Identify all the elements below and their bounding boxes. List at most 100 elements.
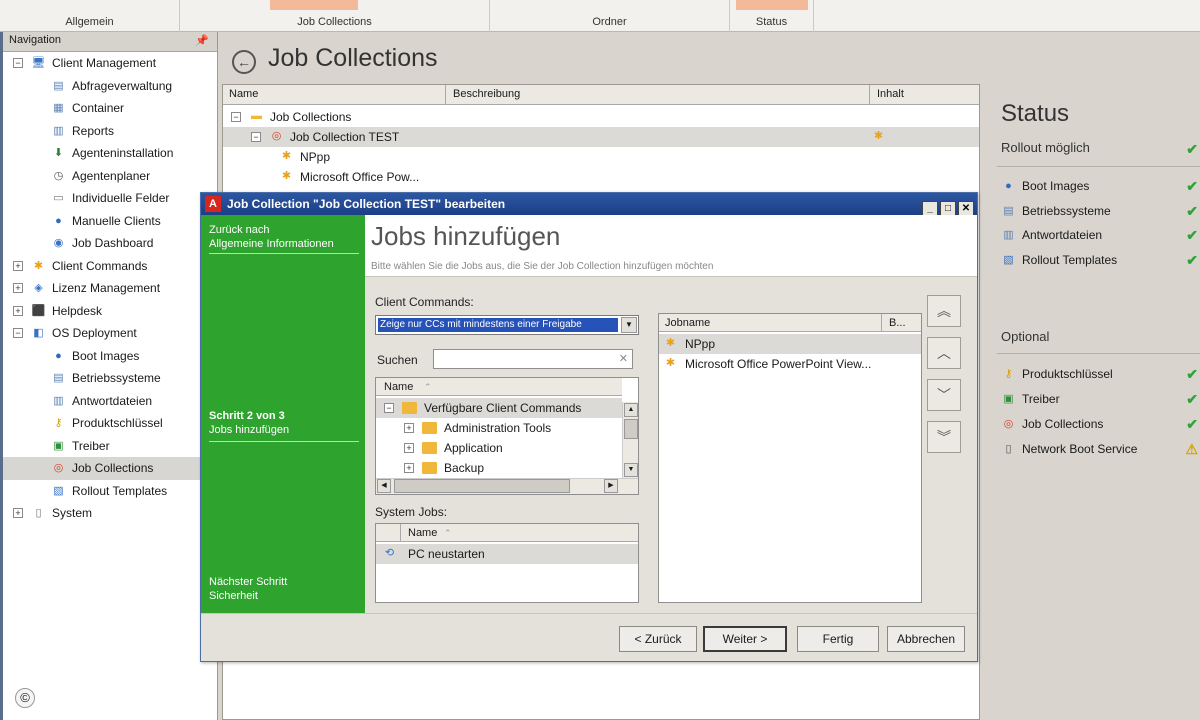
table-row[interactable]: − ◎ Job Collection TEST ✱ [223, 127, 979, 147]
tree-vertical-scrollbar[interactable]: ▲ ▼ [622, 402, 638, 478]
column-header-name[interactable]: Name [229, 88, 258, 100]
h-scroll-thumb[interactable] [394, 479, 570, 493]
nav-item[interactable]: − ◧ OS Deployment [3, 322, 217, 345]
column-header-description[interactable]: Beschreibung [453, 88, 520, 100]
collapse-icon[interactable]: − [384, 403, 394, 413]
nav-item[interactable]: ⬇ Agenteninstallation [3, 142, 217, 165]
nav-item[interactable]: ● Boot Images [3, 345, 217, 368]
tree-horizontal-scrollbar[interactable]: ◀ ▶ [376, 478, 638, 494]
chevron-down-icon[interactable]: ▼ [621, 317, 637, 333]
cancel-button[interactable]: Abbrechen [887, 626, 965, 652]
nav-item[interactable]: ▤ Abfrageverwaltung [3, 75, 217, 98]
expand-icon[interactable]: + [13, 508, 23, 518]
ribbon-group-folder[interactable]: Ordner [490, 0, 730, 32]
nav-item[interactable]: ▦ Container [3, 97, 217, 120]
list-item[interactable]: ✱ Microsoft Office PowerPoint View... [659, 354, 921, 374]
nav-item[interactable]: ▥ Reports [3, 120, 217, 143]
nav-item[interactable]: ◷ Agentenplaner [3, 165, 217, 188]
nav-item[interactable]: ▤ Betriebssysteme [3, 367, 217, 390]
selected-jobs-header[interactable]: Jobname B... [659, 314, 921, 332]
system-jobs-header[interactable]: Name ⌃ [376, 524, 638, 542]
list-item[interactable]: ✱ NPpp [659, 334, 921, 354]
tree-item[interactable]: + Administration Tools [376, 418, 622, 438]
back-button[interactable]: < Zurück [619, 626, 697, 652]
nav-item[interactable]: ● Manuelle Clients [3, 210, 217, 233]
search-input[interactable]: ✕ [433, 349, 633, 369]
collapse-icon[interactable]: − [13, 328, 23, 338]
table-row[interactable]: ✱ NPpp [223, 147, 979, 167]
nav-item-label: Individuelle Felder [72, 191, 170, 205]
collapse-icon[interactable]: − [251, 132, 261, 142]
expand-icon[interactable]: + [404, 423, 414, 433]
check-icon: ✔ [1186, 178, 1198, 194]
tree-item[interactable]: + Backup [376, 458, 622, 478]
pin-icon[interactable]: 📌 [195, 34, 209, 47]
nav-item[interactable]: ▭ Individuelle Felder [3, 187, 217, 210]
column-header-content[interactable]: Inhalt [877, 88, 904, 100]
key-icon: ⚷ [1004, 368, 1013, 380]
clear-search-icon[interactable]: ✕ [619, 352, 628, 365]
collapse-icon[interactable]: − [231, 112, 241, 122]
tree-item[interactable]: − Verfügbare Client Commands [376, 398, 622, 418]
next-step-link[interactable]: Nächster Schritt Sicherheit [209, 575, 287, 603]
nav-item[interactable]: + ◈ Lizenz Management [3, 277, 217, 300]
close-button[interactable]: ✕ [958, 201, 974, 216]
optional-item-label: Job Collections [1022, 417, 1104, 431]
ribbon-group-general[interactable]: Allgemein [0, 0, 180, 32]
status-item[interactable]: ● Boot Images ✔ [1001, 175, 1200, 197]
nav-item[interactable]: ▥ Antwortdateien [3, 390, 217, 413]
optional-item[interactable]: ◎ Job Collections ✔ [1001, 413, 1200, 435]
status-item[interactable]: ▧ Rollout Templates ✔ [1001, 249, 1200, 271]
expand-icon[interactable]: + [404, 443, 414, 453]
status-item[interactable]: ▤ Betriebssysteme ✔ [1001, 200, 1200, 222]
back-arrow-button[interactable]: ← [232, 50, 256, 74]
nav-item[interactable]: + ⬛ Helpdesk [3, 300, 217, 323]
move-up-button[interactable]: ︿ [927, 337, 961, 369]
nav-item[interactable]: ▣ Treiber [3, 435, 217, 458]
dialog-title-bar[interactable]: A Job Collection "Job Collection TEST" b… [201, 193, 977, 216]
optional-item[interactable]: ▯ Network Boot Service ⚠ [1001, 438, 1200, 460]
status-item[interactable]: ▥ Antwortdateien ✔ [1001, 224, 1200, 246]
optional-item[interactable]: ⚷ Produktschlüssel ✔ [1001, 363, 1200, 385]
back-step-link[interactable]: Zurück nach Allgemeine Informationen [209, 223, 334, 251]
expand-icon[interactable]: + [13, 283, 23, 293]
expand-icon[interactable]: + [404, 463, 414, 473]
reports-icon: ▥ [53, 124, 64, 137]
expand-icon[interactable]: + [13, 305, 23, 316]
nav-item[interactable]: ▧ Rollout Templates [3, 480, 217, 503]
scroll-up-icon[interactable]: ▲ [624, 403, 638, 417]
ribbon-group-status[interactable]: Status [730, 0, 814, 32]
client-commands-icon: ✱ [33, 259, 44, 272]
nav-item[interactable]: + ✱ Client Commands [3, 255, 217, 278]
scroll-right-icon[interactable]: ▶ [604, 479, 618, 493]
finish-button[interactable]: Fertig [797, 626, 879, 652]
client-commands-filter-select[interactable]: Zeige nur CCs mit mindestens einer Freig… [375, 315, 639, 335]
tree-header[interactable]: Name ⌃ [376, 378, 622, 396]
nav-item[interactable]: ◎ Job Collections [3, 457, 217, 480]
move-down-button[interactable]: ﹀ [927, 379, 961, 411]
scroll-thumb[interactable] [624, 419, 638, 439]
nav-item[interactable]: ⚷ Produktschlüssel [3, 412, 217, 435]
move-bottom-button[interactable]: ︾ [927, 421, 961, 453]
nav-item[interactable]: + ▯ System [3, 502, 217, 525]
agent-install-icon: ⬇ [53, 147, 64, 159]
nav-item[interactable]: ◉ Job Dashboard [3, 232, 217, 255]
tree-item[interactable]: + Application [376, 438, 622, 458]
status-item-label: Antwortdateien [1022, 228, 1103, 242]
tree-item-label: Application [444, 441, 503, 455]
maximize-button[interactable]: □ [940, 201, 956, 216]
list-item[interactable]: ⟲ PC neustarten [376, 544, 638, 564]
next-button[interactable]: Weiter > [703, 626, 787, 652]
move-top-button[interactable]: ︽ [927, 295, 961, 327]
minimize-button[interactable]: _ [922, 201, 938, 216]
ribbon-group-job-collections[interactable]: Job Collections [180, 0, 490, 32]
nav-item[interactable]: − 🖥 Client Management [3, 52, 217, 75]
collapse-icon[interactable]: − [13, 58, 23, 68]
scroll-down-icon[interactable]: ▼ [624, 463, 638, 477]
table-row[interactable]: − ▬ Job Collections [223, 107, 979, 127]
scroll-left-icon[interactable]: ◀ [377, 479, 391, 493]
optional-item[interactable]: ▣ Treiber ✔ [1001, 388, 1200, 410]
table-row[interactable]: ✱ Microsoft Office Pow... [223, 167, 979, 187]
expand-icon[interactable]: + [13, 260, 23, 271]
key-icon: ⚷ [54, 417, 63, 429]
